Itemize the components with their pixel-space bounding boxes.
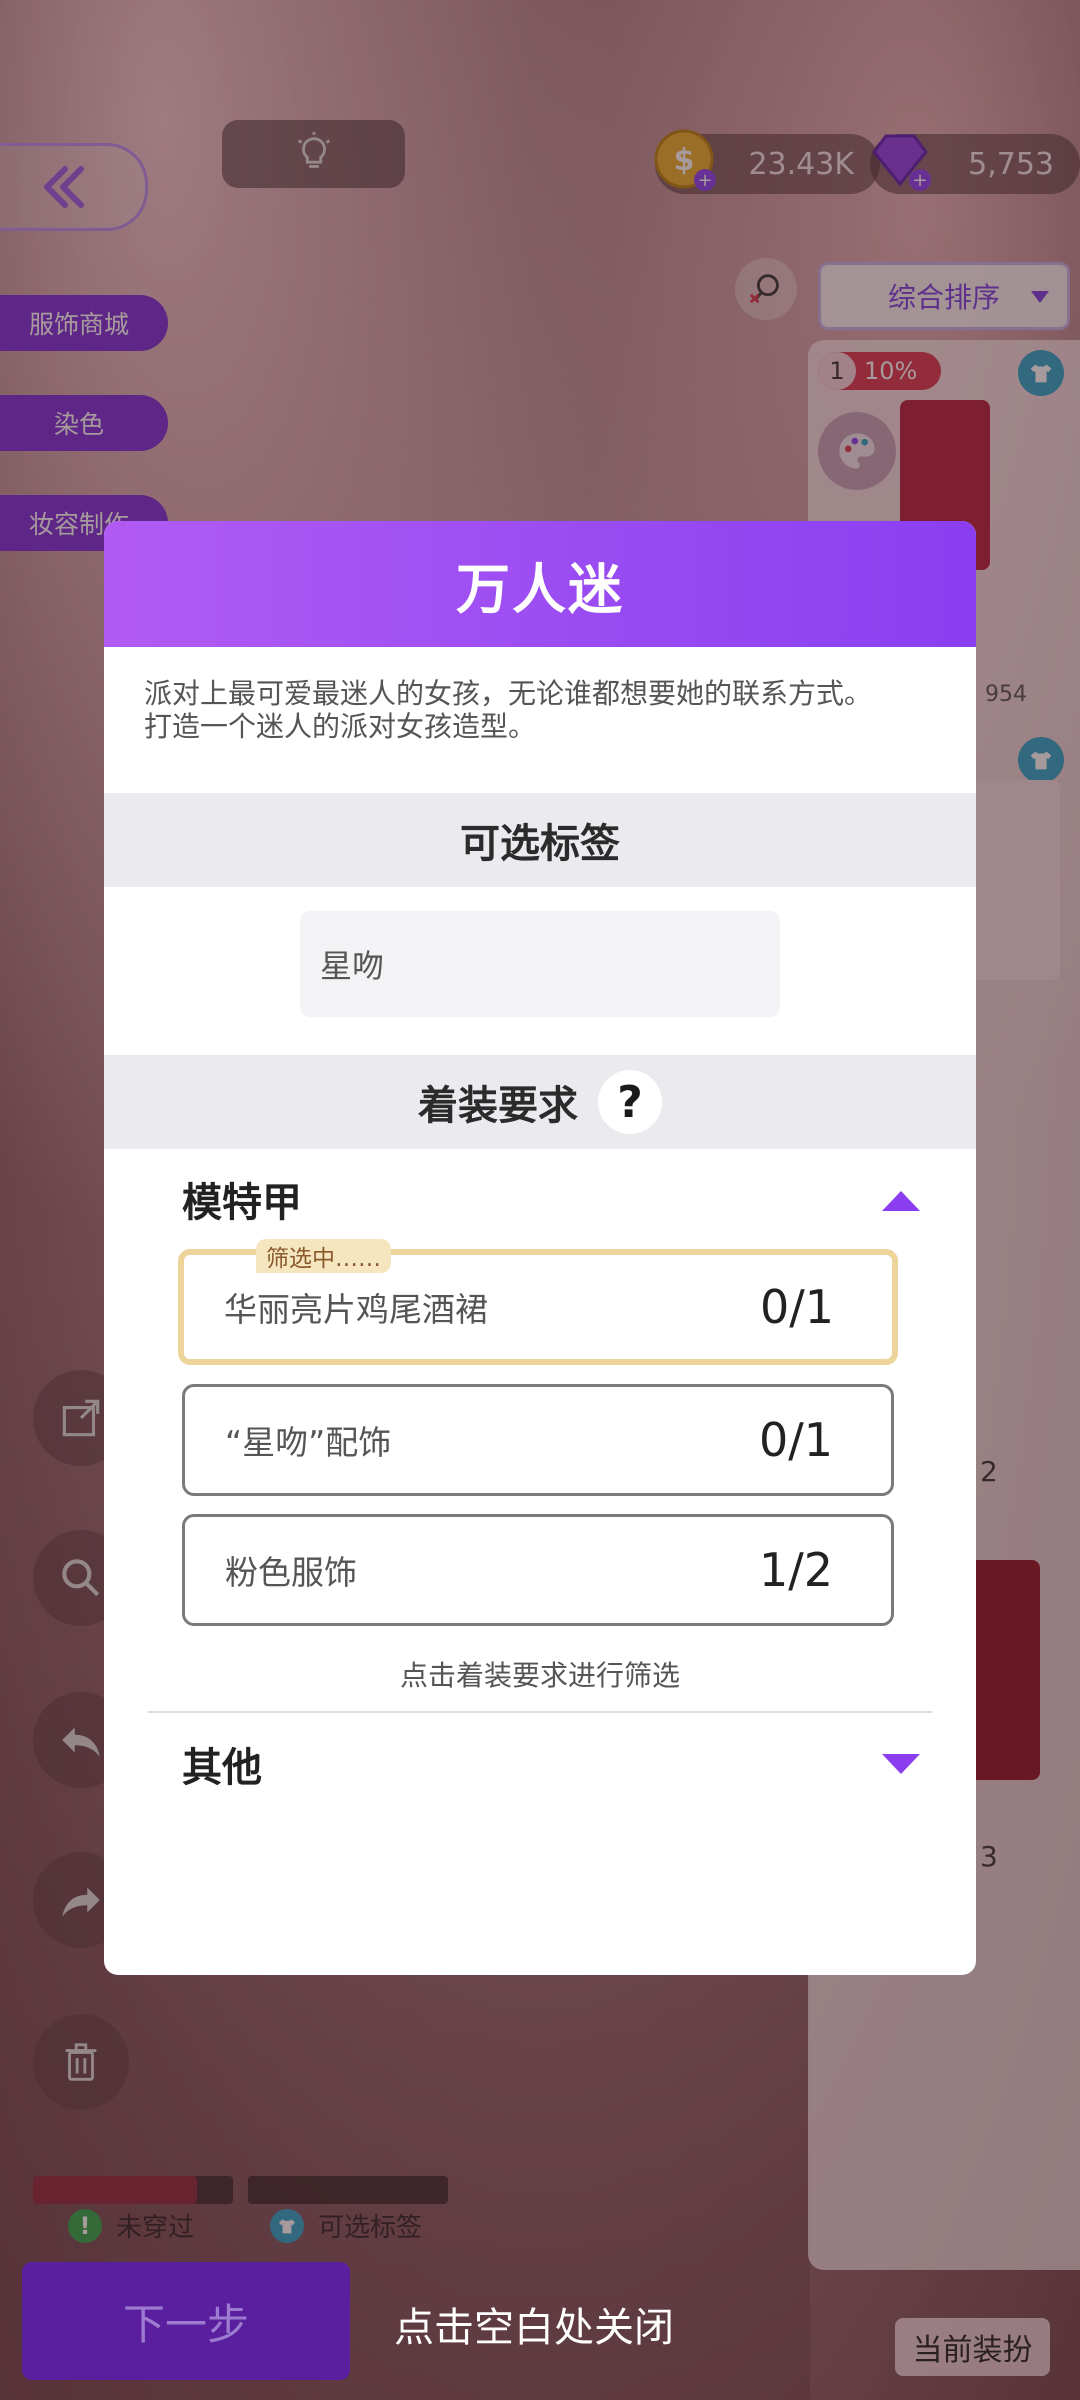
dialog-title: 万人迷 <box>104 521 976 647</box>
requirement-item[interactable]: “星吻”配饰 0/1 <box>182 1384 894 1496</box>
expand-triangle-icon[interactable] <box>882 1754 920 1774</box>
dress-requirements-header: 着装要求 ? <box>104 1055 976 1149</box>
close-hint-text: 点击空白处关闭 <box>394 2305 674 2351</box>
next-step-button[interactable]: 下一步 <box>22 2262 350 2380</box>
group-name: 模特甲 <box>182 1180 302 1226</box>
description-line: 派对上最可爱最迷人的女孩，无论谁都想要她的联系方式。 <box>144 677 873 710</box>
requirements-title: 着装要求 <box>418 1083 578 1129</box>
help-icon[interactable]: ? <box>598 1070 662 1134</box>
group-header[interactable]: 模特甲 <box>104 1149 976 1249</box>
requirement-label: 华丽亮片鸡尾酒裙 <box>224 1290 488 1329</box>
requirements-group-model-a: 模特甲 筛选中…… 华丽亮片鸡尾酒裙 0/1 “星吻”配饰 0/1 粉色服饰 1… <box>104 1149 976 1734</box>
requirement-label: 粉色服饰 <box>225 1553 357 1592</box>
group-name: 其他 <box>182 1745 262 1791</box>
requirement-count: 0/1 <box>758 1413 833 1467</box>
requirement-count: 0/1 <box>759 1280 834 1334</box>
tag-chip[interactable]: 星吻 <box>300 911 780 1017</box>
collapse-triangle-icon[interactable] <box>882 1191 920 1211</box>
requirement-count: 1/2 <box>758 1543 833 1597</box>
filtering-badge: 筛选中…… <box>256 1239 391 1273</box>
divider <box>148 1711 932 1713</box>
filter-hint-text: 点击着装要求进行筛选 <box>399 1659 680 1692</box>
group-header-other[interactable]: 其他 <box>104 1724 976 1804</box>
description-line: 打造一个迷人的派对女孩造型。 <box>144 710 537 743</box>
optional-tags-header: 可选标签 <box>104 793 976 887</box>
optional-tags-area: 星吻 <box>104 887 976 1055</box>
requirement-item[interactable]: 粉色服饰 1/2 <box>182 1514 894 1626</box>
requirement-label: “星吻”配饰 <box>225 1423 392 1462</box>
task-requirements-dialog: 万人迷 派对上最可爱最迷人的女孩，无论谁都想要她的联系方式。 打造一个迷人的派对… <box>104 521 976 1975</box>
requirement-item[interactable]: 筛选中…… 华丽亮片鸡尾酒裙 0/1 <box>178 1239 898 1365</box>
dialog-description: 派对上最可爱最迷人的女孩，无论谁都想要她的联系方式。 打造一个迷人的派对女孩造型… <box>104 647 976 793</box>
current-outfit-button[interactable]: 当前装扮 <box>895 2318 1050 2376</box>
